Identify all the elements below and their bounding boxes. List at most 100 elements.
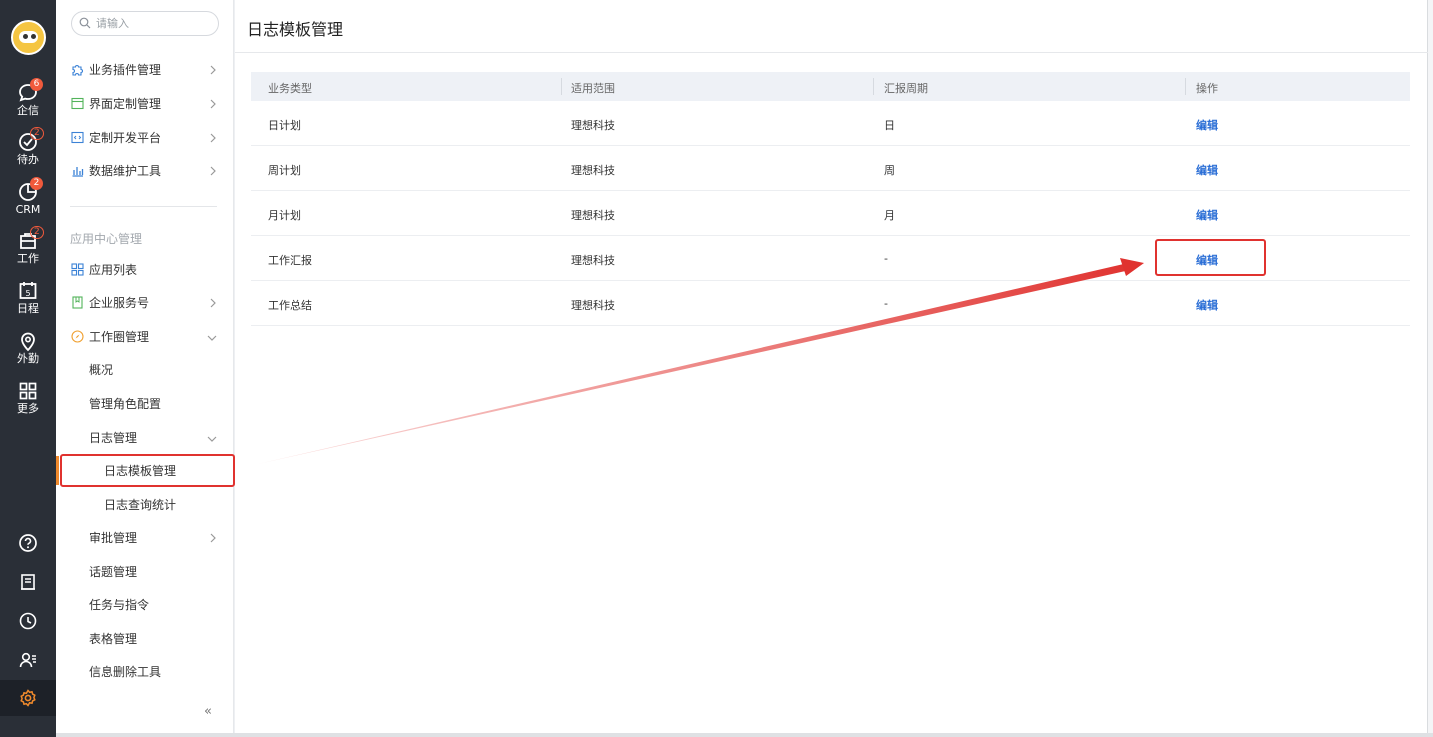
rail-label: 企信 [17,104,39,117]
cell-type: 月计划 [268,209,301,222]
rail-item-crm[interactable]: 2 CRM [0,177,56,227]
location-pin-icon [21,332,35,352]
sidebar-item-label: 界面定制管理 [89,97,162,111]
cell-scope: 理想科技 [571,254,615,267]
sidebar-item-label: 定制开发平台 [89,131,162,145]
cell-period: - [884,252,888,265]
sidebar-item-dev-platform[interactable]: 定制开发平台 [56,124,234,152]
grid-icon [19,382,37,400]
avatar[interactable] [11,20,46,55]
history-button[interactable] [0,603,56,639]
search-box [71,11,219,36]
collapse-sidebar-button[interactable]: « [204,700,212,719]
cell-scope: 理想科技 [571,299,615,312]
code-icon [71,131,84,144]
sidebar-item-log-management[interactable]: 日志管理 [56,424,234,452]
sidebar-item-label: 企业服务号 [89,296,150,310]
sidebar-item-tasks[interactable]: 任务与指令 [56,591,234,619]
edit-link[interactable]: 编辑 [1196,162,1218,178]
notebook-button[interactable] [0,564,56,600]
rail-item-more[interactable]: 更多 [0,380,56,426]
sidebar-item-plugins[interactable]: 业务插件管理 [56,56,234,84]
annotation-box-sidebar [60,454,235,487]
calendar-icon: 5 [19,282,37,299]
sidebar-item-approval[interactable]: 审批管理 [56,524,234,552]
cell-period: 月 [884,209,895,222]
contacts-button[interactable] [0,642,56,678]
template-table: 业务类型 适用范围 汇报周期 操作 日计划 理想科技 日 编辑 周计划 理想科技… [251,72,1410,326]
table-header: 业务类型 适用范围 汇报周期 操作 [251,72,1410,101]
cell-type: 工作汇报 [268,254,312,267]
sidebar-item-label: 话题管理 [89,565,138,579]
column-separator [1185,78,1186,95]
search-icon [79,17,91,29]
edit-link[interactable]: 编辑 [1196,297,1218,313]
settings-sidebar: 业务插件管理 界面定制管理 定制开发平台 数据维护工具 应用中心管理 应用列表 … [56,0,234,733]
double-chevron-left-icon: « [204,704,212,719]
title-divider [235,52,1428,53]
sidebar-item-role-config[interactable]: 管理角色配置 [56,390,234,418]
cell-type: 工作总结 [268,299,312,312]
todo-badge: 2 [30,127,44,140]
chevron-right-icon [210,533,216,543]
table-row: 周计划 理想科技 周 编辑 [251,146,1410,191]
sidebar-item-app-list[interactable]: 应用列表 [56,256,234,284]
chevron-right-icon [210,298,216,308]
rail-item-work[interactable]: 2 工作 [0,226,56,276]
icon-rail: 6 企信 2 待办 2 CRM 2 工作 5 日程 外勤 更多 [0,0,56,737]
rail-label: 外勤 [17,352,39,365]
sidebar-item-ui-custom[interactable]: 界面定制管理 [56,90,234,118]
rail-item-calendar[interactable]: 5 日程 [0,280,56,326]
window-bottom-edge [56,733,1433,737]
cell-scope: 理想科技 [571,164,615,177]
table-row: 工作总结 理想科技 - 编辑 [251,281,1410,326]
sidebar-item-data-tools[interactable]: 数据维护工具 [56,157,234,185]
sidebar-item-overview[interactable]: 概况 [56,356,234,384]
column-separator [873,78,874,95]
edit-link[interactable]: 编辑 [1196,117,1218,133]
chevron-right-icon [210,65,216,75]
bookmark-icon [72,296,83,309]
sidebar-item-log-query[interactable]: 日志查询统计 [56,491,234,519]
cell-type: 周计划 [268,164,301,177]
sidebar-item-label: 审批管理 [89,531,138,545]
notebook-icon [21,574,35,590]
messages-badge: 6 [30,78,43,91]
sidebar-item-topics[interactable]: 话题管理 [56,558,234,586]
column-header: 适用范围 [571,82,615,95]
rail-label: 工作 [17,252,39,265]
table-row: 日计划 理想科技 日 编辑 [251,101,1410,146]
sidebar-item-label: 日志查询统计 [104,498,177,512]
sidebar-item-delete-tool[interactable]: 信息删除工具 [56,658,234,686]
settings-button[interactable] [0,680,56,716]
column-separator [561,78,562,95]
bar-chart-icon [72,167,84,177]
cell-period: 日 [884,119,895,132]
compass-icon [71,330,84,343]
sidebar-item-service-account[interactable]: 企业服务号 [56,289,234,317]
sidebar-item-forms[interactable]: 表格管理 [56,625,234,653]
sidebar-item-label: 数据维护工具 [89,164,162,178]
help-button[interactable] [0,525,56,561]
cell-period: 周 [884,164,895,177]
column-header: 业务类型 [268,82,312,95]
table-row: 月计划 理想科技 月 编辑 [251,191,1410,236]
rail-item-messages[interactable]: 6 企信 [0,78,56,128]
app-window: 6 企信 2 待办 2 CRM 2 工作 5 日程 外勤 更多 请输入 业务插件… [0,0,1433,737]
chevron-down-icon [207,436,217,442]
cell-type: 日计划 [268,119,301,132]
sidebar-item-label: 信息删除工具 [89,665,162,679]
rail-item-todo[interactable]: 2 待办 [0,127,56,177]
crm-badge: 2 [30,177,43,190]
sidebar-item-work-circle[interactable]: 工作圈管理 [56,323,234,351]
column-header: 汇报周期 [884,82,928,95]
sidebar-divider [70,206,217,207]
cell-scope: 理想科技 [571,119,615,132]
rail-item-field[interactable]: 外勤 [0,330,56,376]
active-indicator [56,456,59,485]
puzzle-icon [72,65,83,76]
rail-label: 待办 [17,153,39,166]
clock-icon [19,612,37,630]
search-input[interactable] [96,15,211,32]
edit-link[interactable]: 编辑 [1196,207,1218,223]
